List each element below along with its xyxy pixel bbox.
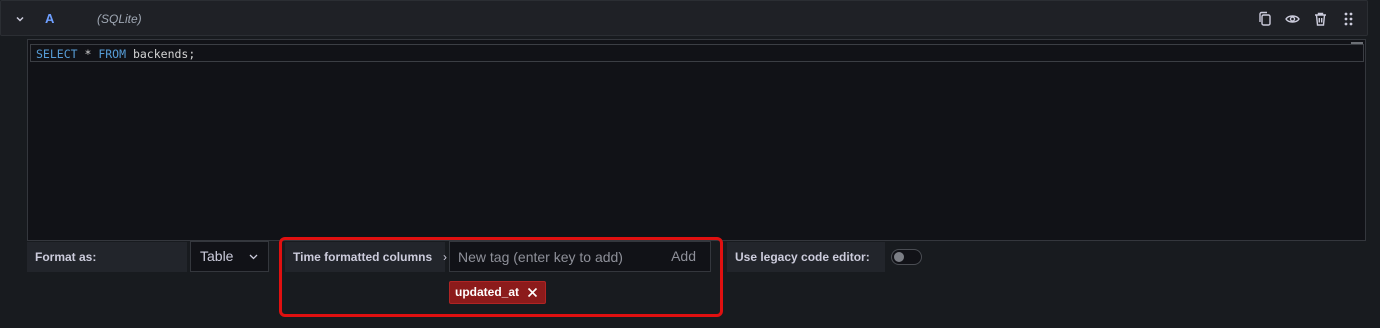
query-row-header: A (SQLite) [0,0,1368,36]
legacy-editor-label: Use legacy code editor: [727,242,885,272]
new-tag-input[interactable] [450,242,650,271]
current-line-highlight [30,44,1364,62]
tag-label: updated_at [455,285,520,299]
datasource-name: (SQLite) [97,12,142,26]
query-actions [1256,11,1357,27]
keyword-select: SELECT [36,47,78,61]
trash-icon[interactable] [1312,11,1329,27]
close-icon[interactable] [527,287,538,298]
format-as-label: Format as: [27,242,187,272]
time-formatted-columns-label: Time formatted columns [285,242,445,272]
tag-chip: updated_at [449,281,546,304]
query-ref-id[interactable]: A [45,11,54,26]
chevron-down-icon[interactable] [13,12,27,26]
toggle-knob [894,252,904,262]
editor-scrollbar[interactable] [1351,42,1363,44]
operator-star: * [77,47,99,61]
chevron-down-icon [249,254,258,260]
add-tag-button[interactable]: Add [671,242,696,271]
eye-icon[interactable] [1284,11,1301,27]
sql-query-text[interactable]: SELECT * FROM backends; [36,47,195,61]
copy-icon[interactable] [1256,11,1273,27]
table-name: backends; [126,47,196,61]
keyword-from: FROM [98,47,127,61]
label-separator-icon: › [443,250,447,264]
tag-input-box: Add [449,241,711,272]
format-as-select[interactable]: Table [190,241,269,272]
legacy-editor-toggle[interactable] [891,249,922,265]
drag-handle-icon[interactable] [1340,11,1357,27]
sql-code-editor[interactable]: SELECT * FROM backends; [27,39,1366,241]
format-as-value: Table [200,248,234,264]
